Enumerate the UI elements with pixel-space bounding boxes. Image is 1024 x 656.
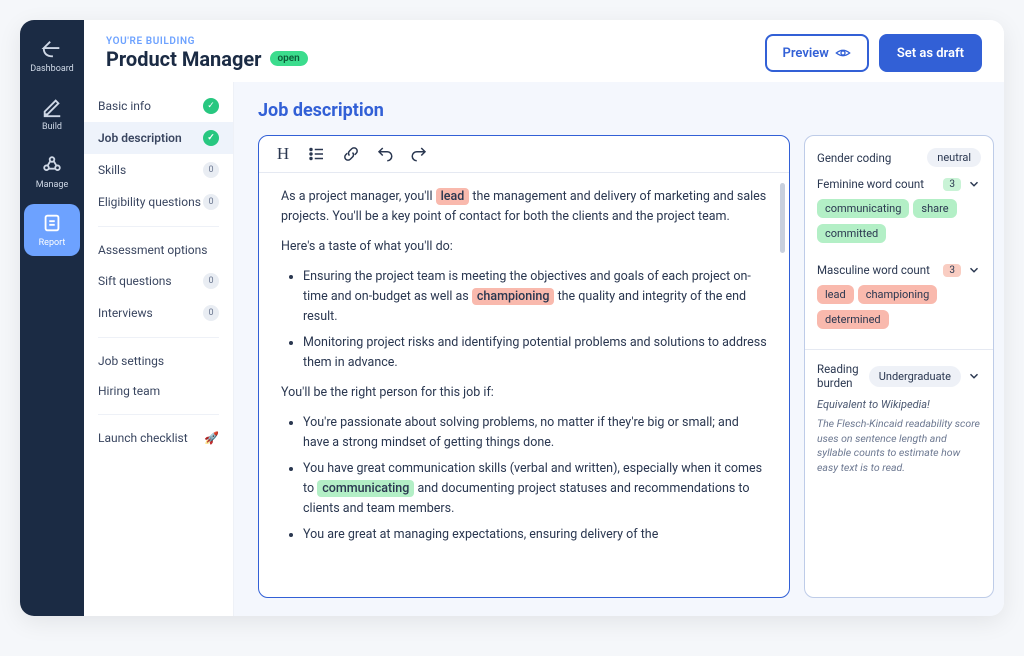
gender-coding-value: neutral bbox=[927, 148, 981, 167]
feminine-word-chip[interactable]: committed bbox=[817, 224, 886, 243]
nav-rail: Dashboard Build Manage Report bbox=[20, 20, 84, 616]
sidebar-item[interactable]: Basic info ✓ bbox=[84, 90, 233, 122]
rail-label: Manage bbox=[36, 180, 68, 190]
rail-dashboard[interactable]: Dashboard bbox=[24, 30, 80, 82]
highlight-masculine: lead bbox=[436, 188, 470, 205]
editor: H As a project manager, you'll lead bbox=[258, 135, 790, 598]
rocket-icon: 🚀 bbox=[204, 431, 219, 445]
analysis-panel: Gender coding neutral Feminine word coun… bbox=[804, 135, 994, 598]
masculine-section-toggle[interactable]: Masculine word count 3 bbox=[817, 263, 981, 277]
sidebar-item[interactable]: Hiring team bbox=[84, 376, 233, 406]
divider bbox=[98, 226, 219, 227]
rail-build[interactable]: Build bbox=[24, 88, 80, 140]
redo-button[interactable] bbox=[409, 144, 429, 164]
divider bbox=[98, 337, 219, 338]
masculine-word-chip[interactable]: determined bbox=[817, 310, 889, 329]
feminine-section-toggle[interactable]: Feminine word count 3 bbox=[817, 177, 981, 191]
sidebar-item[interactable]: Skills 0 bbox=[84, 154, 233, 186]
masculine-count: 3 bbox=[943, 264, 961, 277]
header-eyebrow: YOU'RE BUILDING bbox=[106, 36, 765, 47]
rail-label: Build bbox=[42, 122, 62, 132]
highlight-feminine: communicating bbox=[317, 480, 414, 497]
sidebar-item[interactable]: Launch checklist 🚀 bbox=[84, 423, 233, 453]
feminine-word-chip[interactable]: share bbox=[913, 199, 956, 218]
sidebar-item[interactable]: Eligibility questions0 bbox=[84, 186, 233, 218]
preview-button[interactable]: Preview bbox=[765, 34, 869, 72]
rail-label: Report bbox=[39, 238, 66, 248]
list-button[interactable] bbox=[307, 144, 327, 164]
feminine-count: 3 bbox=[943, 178, 961, 191]
sidebar-item[interactable]: Job description ✓ bbox=[84, 122, 233, 154]
chevron-down-icon bbox=[967, 369, 981, 383]
reading-equivalent: Equivalent to Wikipedia! bbox=[817, 398, 981, 411]
status-badge: open bbox=[270, 51, 308, 66]
highlight-masculine: championing bbox=[472, 288, 555, 305]
count-badge: 0 bbox=[203, 273, 219, 289]
pencil-icon bbox=[41, 96, 63, 118]
check-icon: ✓ bbox=[203, 130, 219, 146]
reading-description: The Flesch-Kincaid readability score use… bbox=[817, 417, 981, 476]
count-badge: 0 bbox=[203, 305, 219, 321]
heading-button[interactable]: H bbox=[273, 144, 293, 164]
back-arrow-icon bbox=[41, 38, 63, 60]
feminine-label: Feminine word count bbox=[817, 177, 924, 191]
sidebar-item-label: Skills bbox=[98, 163, 126, 177]
check-icon: ✓ bbox=[203, 98, 219, 114]
masculine-word-chip[interactable]: championing bbox=[858, 285, 938, 304]
draft-label: Set as draft bbox=[897, 46, 964, 61]
sidebar-item[interactable]: Assessment options bbox=[84, 235, 233, 265]
title-text: Product Manager bbox=[106, 47, 262, 71]
sidebar-item-label: Launch checklist bbox=[98, 431, 188, 445]
sidebar-item-label: Eligibility questions bbox=[98, 195, 201, 209]
link-button[interactable] bbox=[341, 144, 361, 164]
sidebar-item[interactable]: Sift questions 0 bbox=[84, 265, 233, 297]
rail-report[interactable]: Report bbox=[24, 204, 80, 256]
people-icon bbox=[41, 154, 63, 176]
sidebar-item-label: Interviews bbox=[98, 306, 153, 320]
sidebar-item-label: Job settings bbox=[98, 354, 164, 368]
chevron-down-icon bbox=[967, 263, 981, 277]
masculine-word-chip[interactable]: lead bbox=[817, 285, 854, 304]
sidebar-item-label: Assessment options bbox=[98, 243, 207, 257]
count-badge: 0 bbox=[203, 162, 219, 178]
sidebar-item-label: Job description bbox=[98, 131, 182, 145]
content-heading: Job description bbox=[258, 100, 994, 121]
preview-label: Preview bbox=[783, 46, 829, 61]
rail-manage[interactable]: Manage bbox=[24, 146, 80, 198]
feminine-word-chip[interactable]: communicating bbox=[817, 199, 909, 218]
sidebar-item[interactable]: Job settings bbox=[84, 346, 233, 376]
page-title: Product Manager open bbox=[106, 47, 765, 71]
eye-icon bbox=[835, 45, 851, 61]
undo-button[interactable] bbox=[375, 144, 395, 164]
step-sidebar: Basic info✓Job description✓Skills0Eligib… bbox=[84, 82, 234, 616]
masculine-label: Masculine word count bbox=[817, 263, 930, 277]
set-draft-button[interactable]: Set as draft bbox=[879, 34, 982, 72]
count-badge: 0 bbox=[203, 194, 219, 210]
reading-section-toggle[interactable]: Reading burden Undergraduate bbox=[817, 362, 981, 390]
sidebar-item-label: Hiring team bbox=[98, 384, 160, 398]
rail-label: Dashboard bbox=[30, 64, 74, 74]
reading-value: Undergraduate bbox=[869, 366, 961, 387]
divider bbox=[98, 414, 219, 415]
gender-coding-label: Gender coding bbox=[817, 151, 891, 165]
editor-toolbar: H bbox=[259, 136, 789, 173]
report-icon bbox=[41, 212, 63, 234]
chevron-down-icon bbox=[967, 177, 981, 191]
scrollbar[interactable] bbox=[780, 183, 785, 253]
reading-label: Reading burden bbox=[817, 362, 869, 390]
editor-body[interactable]: As a project manager, you'll lead the ma… bbox=[259, 173, 789, 569]
sidebar-item-label: Basic info bbox=[98, 99, 151, 113]
sidebar-item-label: Sift questions bbox=[98, 274, 172, 288]
sidebar-item[interactable]: Interviews 0 bbox=[84, 297, 233, 329]
header: YOU'RE BUILDING Product Manager open Pre… bbox=[84, 20, 1004, 82]
